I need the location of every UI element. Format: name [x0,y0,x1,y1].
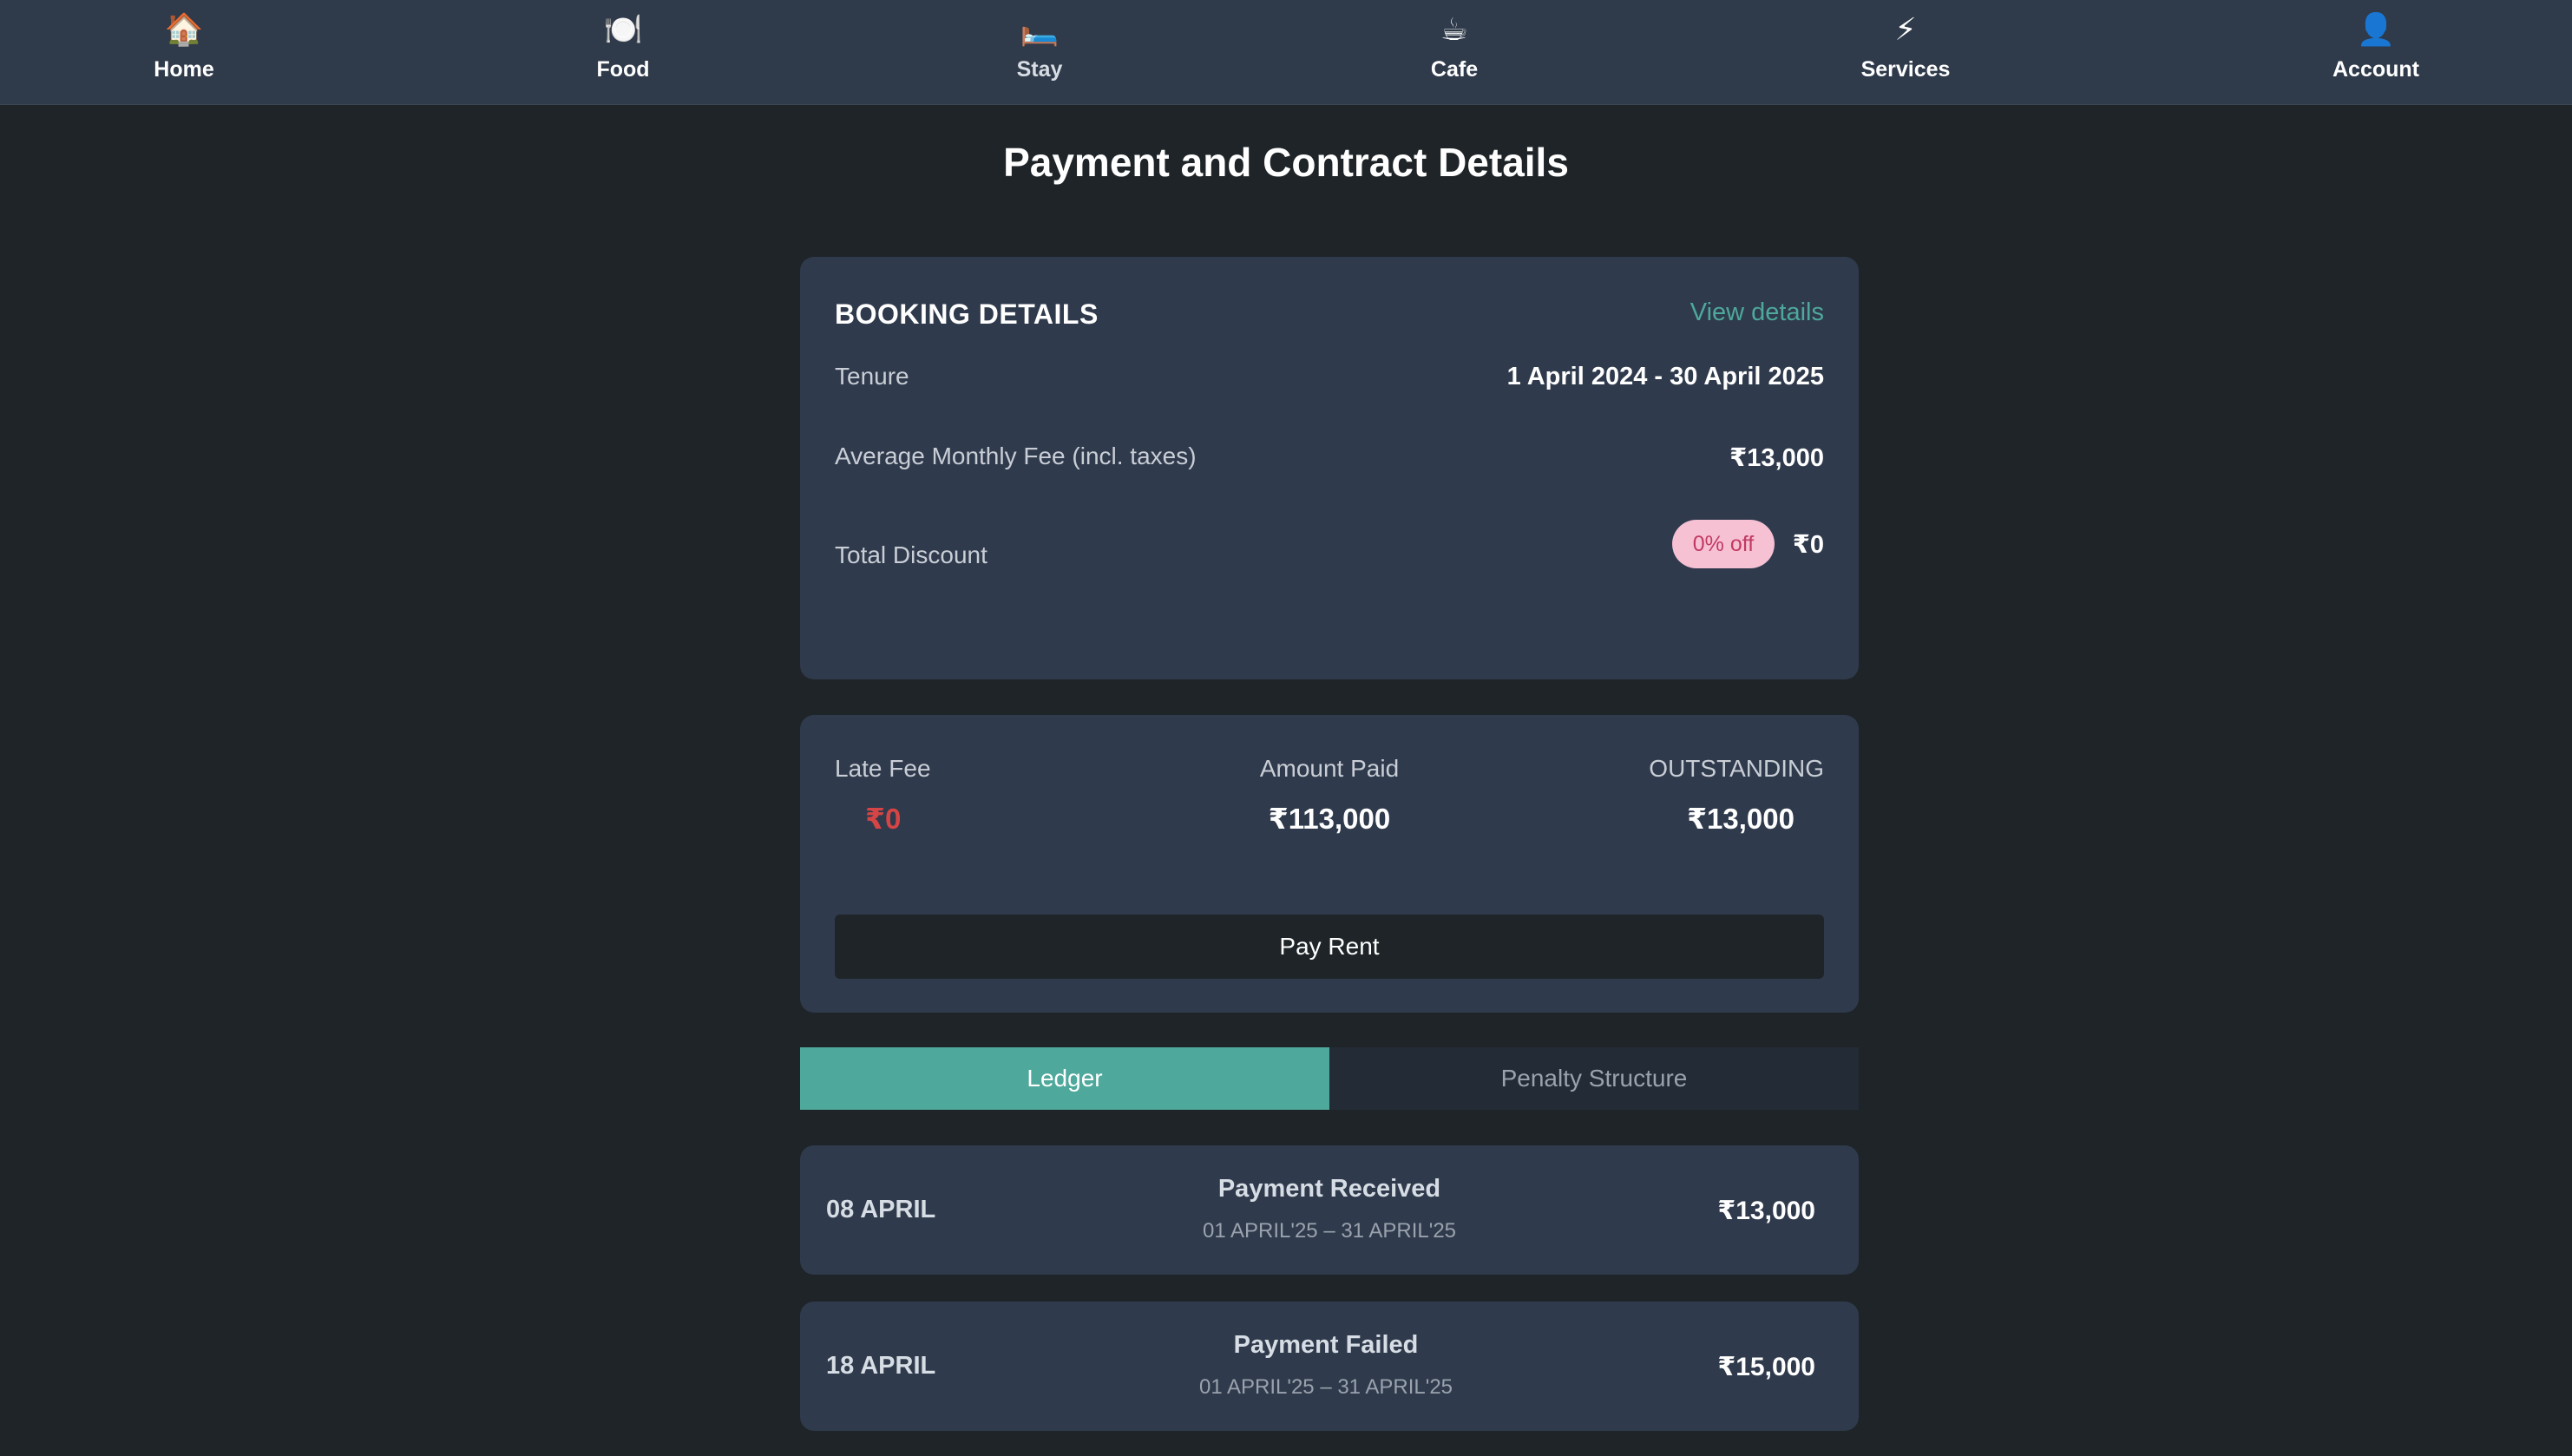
ledger-period: 01 APRIL'25 – 31 APRIL'25 [1198,1375,1453,1399]
nav-food-label: Food [596,57,650,82]
late-fee-block: Late Fee ₹0 [835,755,931,836]
total-discount-label: Total Discount [835,541,987,568]
page-title: Payment and Contract Details [1003,140,1569,185]
outstanding-block: OUTSTANDING ₹13,000 [1649,755,1824,836]
nav-account-label: Account [2333,57,2419,82]
tab-ledger[interactable]: Ledger [800,1047,1329,1110]
ledger-entry: 18 APRIL Payment Failed 01 APRIL'25 – 31… [800,1302,1859,1431]
amount-paid-block: Amount Paid ₹113,000 [1185,755,1473,836]
late-fee-value: ₹0 [865,803,902,835]
nav-cafe[interactable]: ☕ Cafe [1350,0,1558,105]
ledger-amount: ₹13,000 [1717,1197,1815,1225]
nav-cafe-label: Cafe [1430,57,1479,82]
monthly-fee-label: Average Monthly Fee (incl. taxes) [835,443,1197,469]
nav-home-label: Home [154,57,214,82]
late-fee-label: Late Fee [835,755,931,782]
amount-paid-label: Amount Paid [1259,755,1400,782]
payment-summary-card: Late Fee ₹0 Amount Paid ₹113,000 OUTSTAN… [800,715,1859,1013]
monthly-fee-value: ₹13,000 [1729,444,1824,472]
tab-penalty-structure[interactable]: Penalty Structure [1329,1047,1859,1110]
lightning-icon: ⚡ [1894,11,1917,47]
nav-home[interactable]: 🏠 Home [80,0,288,105]
pay-rent-button[interactable]: Pay Rent [835,915,1824,979]
ledger-period: 01 APRIL'25 – 31 APRIL'25 [1202,1219,1457,1243]
home-icon: 🏠 [164,11,204,47]
ledger-status: Payment Received [1217,1175,1441,1203]
nav-food[interactable]: 🍽️ Food [519,0,727,105]
amount-paid-value: ₹113,000 [1268,803,1391,835]
total-discount-value: ₹0 [1792,531,1824,559]
bed-icon: 🛏️ [1020,11,1060,47]
tenure-value: 1 April 2024 - 30 April 2025 [1506,363,1824,390]
nav-services[interactable]: ⚡ Services [1801,0,2010,105]
plate-icon: 🍽️ [603,11,643,47]
booking-details-card: BOOKING DETAILS View details Tenure 1 Ap… [800,257,1859,679]
ledger-status: Payment Failed [1233,1331,1419,1359]
nav-stay-label: Stay [1016,57,1063,82]
ledger-tabs: Ledger Penalty Structure [800,1047,1859,1110]
outstanding-label: OUTSTANDING [1649,755,1824,782]
ledger-amount: ₹15,000 [1717,1353,1815,1381]
discount-badge: 0% off [1672,520,1775,568]
tenure-label: Tenure [835,363,909,390]
outstanding-value: ₹13,000 [1687,803,1794,835]
nav-services-label: Services [1860,57,1951,82]
ledger-entry: 08 APRIL Payment Received 01 APRIL'25 – … [800,1145,1859,1275]
nav-stay[interactable]: 🛏️ Stay [935,0,1144,105]
coffee-icon: ☕ [1440,11,1469,47]
booking-details-title: BOOKING DETAILS [835,298,1099,330]
top-navigation: 🏠 Home 🍽️ Food 🛏️ Stay ☕ Cafe ⚡ Services… [0,0,2572,105]
view-details-link[interactable]: View details [1690,298,1824,327]
user-icon: 👤 [2356,11,2396,47]
nav-account[interactable]: 👤 Account [2272,0,2480,105]
